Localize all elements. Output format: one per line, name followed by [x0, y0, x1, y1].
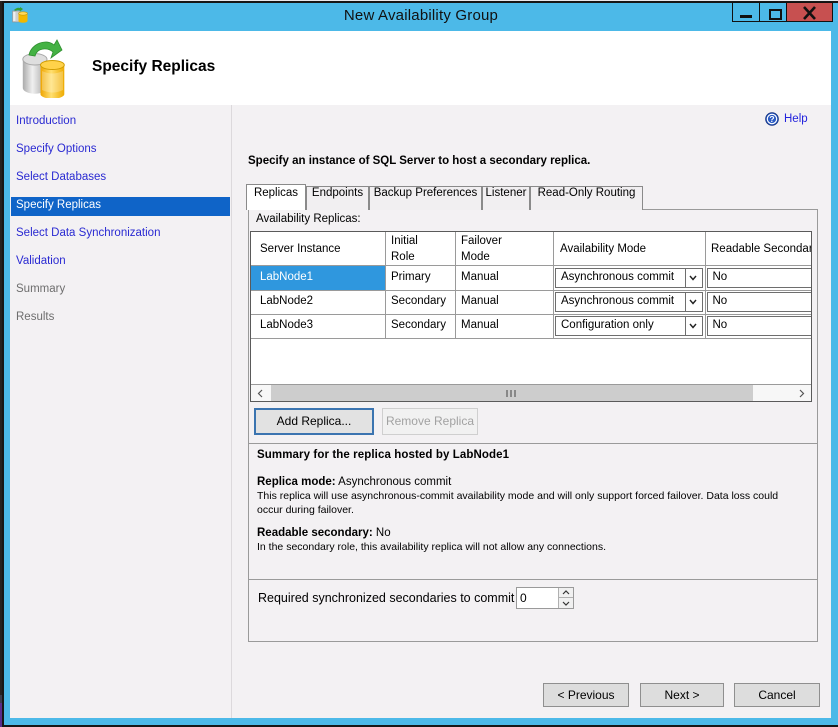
svg-text:?: ?	[769, 114, 774, 124]
